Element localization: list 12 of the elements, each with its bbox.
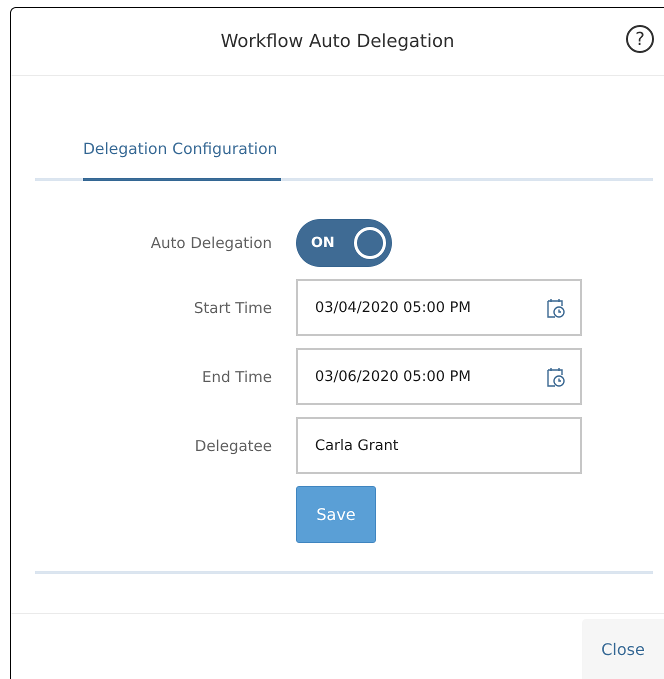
- field-label: End Time: [201, 368, 272, 386]
- close-button[interactable]: Close: [582, 619, 664, 679]
- help-icon[interactable]: ?: [626, 25, 654, 53]
- tab[interactable]: Delegation Configuration: [83, 140, 282, 181]
- toggle-switch[interactable]: ON: [296, 219, 392, 267]
- field-label: Start Time: [192, 298, 272, 316]
- input-field[interactable]: Carla Grant: [296, 417, 582, 474]
- datetime-field[interactable]: 03/06/2020 05:00 PM: [296, 348, 582, 405]
- datetime-field[interactable]: 03/04/2020 05:00 PM: [296, 279, 582, 336]
- field-label: Auto Delegation: [150, 234, 272, 252]
- dialog-title: Workflow Auto Delegation: [220, 31, 454, 52]
- field-label: Delegatee: [194, 436, 272, 454]
